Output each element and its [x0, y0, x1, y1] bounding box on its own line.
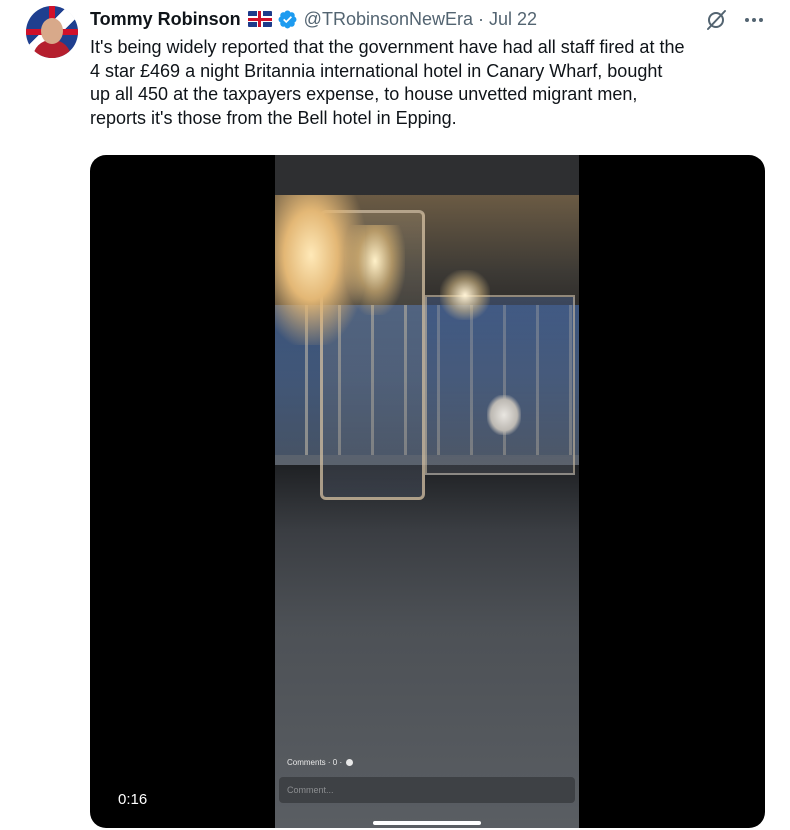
video-overlay-dot-icon	[346, 759, 354, 766]
tweet[interactable]: Tommy Robinson @TRobinsonNewEra · Jul 22…	[0, 0, 790, 830]
video-light-glow	[345, 225, 405, 315]
profile-avatar[interactable]	[26, 6, 78, 58]
video-overlay-comments: Comments · 0 ·	[287, 758, 354, 767]
tweet-text: It's being widely reported that the gove…	[90, 37, 685, 128]
video-light-glow	[440, 270, 490, 320]
author-name[interactable]: Tommy Robinson	[90, 9, 241, 30]
video-frame-topbar	[275, 155, 579, 195]
avatar-head	[41, 18, 63, 44]
verified-badge-icon	[278, 10, 297, 28]
video-player[interactable]: Comments · 0 · Comment... 0:16	[90, 155, 765, 828]
video-glass-panel	[425, 295, 575, 475]
more-options-icon[interactable]	[742, 8, 766, 32]
video-home-indicator	[373, 821, 481, 825]
grok-icon[interactable]	[704, 8, 728, 32]
video-timecode: 0:16	[110, 788, 156, 812]
video-overlay-comments-text: Comments · 0 ·	[287, 758, 343, 767]
video-overlay-comment-field: Comment...	[279, 777, 575, 803]
uk-flag-icon	[247, 11, 272, 27]
tweet-date[interactable]: Jul 22	[489, 9, 537, 30]
video-figure	[487, 395, 521, 435]
author-handle[interactable]: @TRobinsonNewEra	[304, 9, 473, 30]
video-floor	[275, 465, 579, 828]
video-frame: Comments · 0 · Comment...	[275, 155, 579, 828]
tweet-header: Tommy Robinson @TRobinsonNewEra · Jul 22	[90, 7, 537, 31]
separator-dot: ·	[478, 8, 485, 29]
